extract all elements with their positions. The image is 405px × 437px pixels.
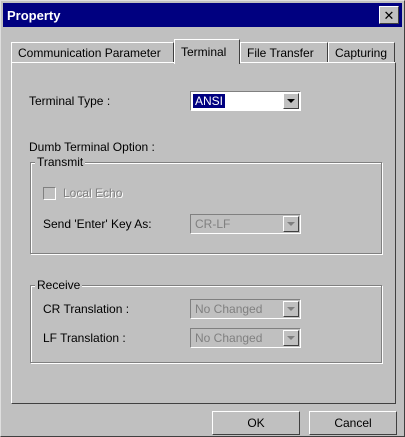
chevron-down-icon[interactable] — [283, 216, 299, 232]
terminal-type-value: ANSI — [193, 94, 226, 108]
receive-legend: Receive — [35, 278, 83, 292]
cr-translation-value: No Changed — [195, 302, 263, 316]
ok-button[interactable]: OK — [212, 411, 300, 435]
chevron-down-icon[interactable] — [283, 301, 299, 317]
tab-file-transfer[interactable]: File Transfer — [240, 42, 328, 63]
close-button[interactable]: ✕ — [379, 6, 399, 24]
tab-label: Communication Parameter — [18, 46, 161, 60]
terminal-panel: Terminal Type : ANSI Dumb Terminal Optio… — [11, 62, 396, 404]
local-echo-checkbox[interactable] — [43, 187, 56, 200]
terminal-type-select[interactable]: ANSI — [190, 91, 301, 111]
chevron-down-icon[interactable] — [283, 93, 299, 109]
property-dialog: Property ✕ Communication Parameter Termi… — [0, 0, 405, 437]
send-enter-key-select[interactable]: CR-LF — [190, 214, 301, 234]
ok-label: OK — [247, 416, 265, 430]
cr-translation-select[interactable]: No Changed — [190, 299, 301, 319]
title-bar: Property ✕ — [3, 3, 402, 27]
tab-label: Terminal — [181, 45, 227, 59]
tab-capturing[interactable]: Capturing — [328, 42, 395, 63]
tab-strip: Communication Parameter Terminal File Tr… — [11, 39, 396, 64]
lf-translation-label: LF Translation : — [43, 331, 126, 345]
local-echo-label: Local Echo — [63, 186, 123, 200]
send-enter-key-label: Send 'Enter' Key As: — [43, 217, 152, 231]
send-enter-key-value: CR-LF — [195, 217, 231, 231]
close-icon: ✕ — [383, 7, 395, 23]
cr-translation-label: CR Translation : — [43, 302, 130, 316]
transmit-legend: Transmit — [35, 155, 86, 169]
tab-terminal[interactable]: Terminal — [174, 39, 240, 64]
receive-group: Receive CR Translation : No Changed LF T… — [30, 278, 382, 363]
chevron-down-icon[interactable] — [283, 330, 299, 346]
transmit-group: Transmit Local Echo Send 'Enter' Key As:… — [30, 155, 382, 254]
dialog-title: Property — [7, 7, 61, 23]
lf-translation-select[interactable]: No Changed — [190, 328, 301, 348]
tab-label: Capturing — [335, 46, 388, 60]
cancel-button[interactable]: Cancel — [309, 411, 397, 435]
cancel-label: Cancel — [334, 416, 372, 430]
tab-communication-parameter[interactable]: Communication Parameter — [11, 42, 174, 63]
lf-translation-value: No Changed — [195, 331, 263, 345]
dumb-terminal-option-label: Dumb Terminal Option : — [29, 140, 155, 154]
tab-label: File Transfer — [247, 46, 314, 60]
terminal-type-label: Terminal Type : — [29, 94, 111, 108]
